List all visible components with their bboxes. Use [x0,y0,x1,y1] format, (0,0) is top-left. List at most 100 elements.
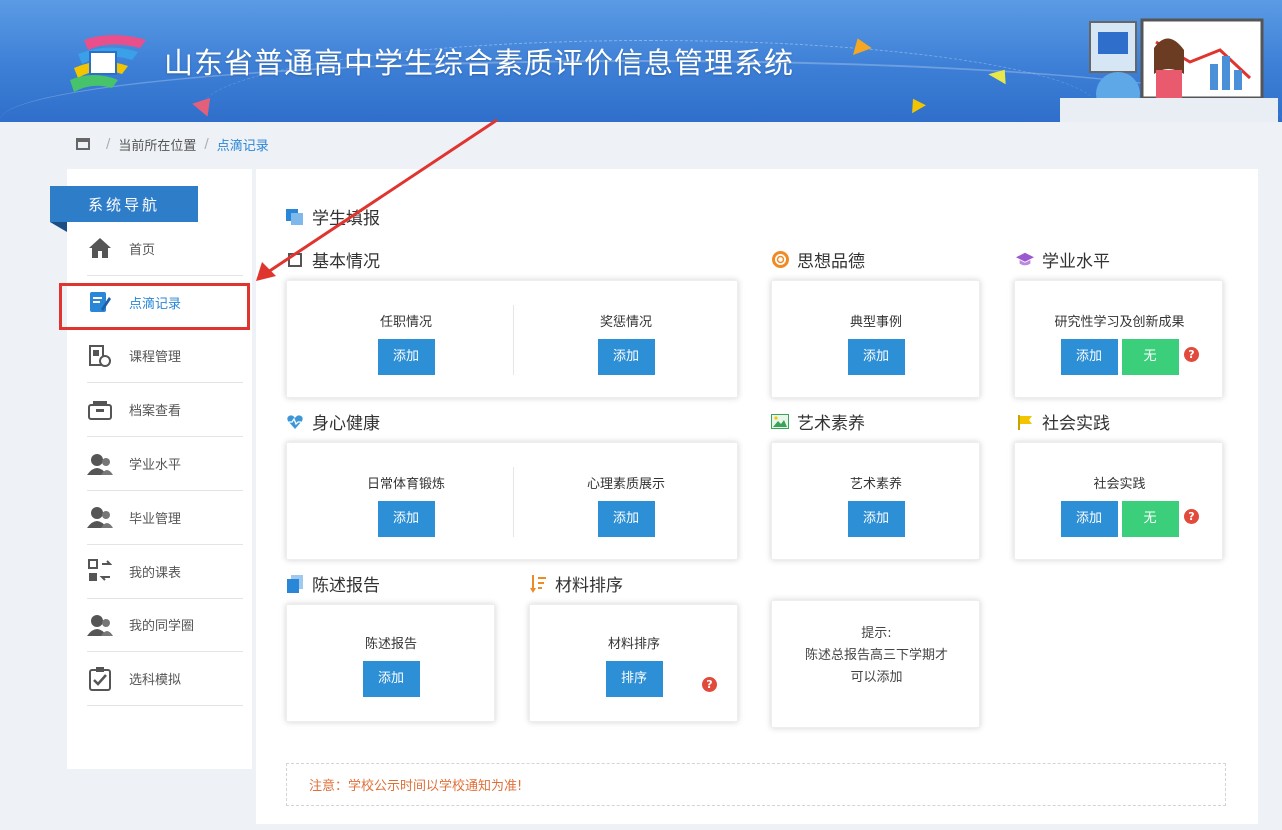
breadcrumb: / 当前所在位置 / 点滴记录 [76,134,269,154]
cell-label: 奖惩情况 [599,315,652,330]
section-title-text: 艺术素养 [797,414,865,434]
notice-banner: 注意：学校公示时间以学校通知为准! [286,763,1226,806]
cell-position: 任职情况 添加 [361,313,451,375]
add-awards-button[interactable]: 添加 [597,339,655,375]
section-title-basic: 基本情况 [286,247,380,272]
cell-label: 艺术素养 [849,477,902,492]
graduation-cap-icon [1016,252,1034,268]
sidebar-item-label: 我的课表 [129,565,182,581]
sidebar-item-courses[interactable]: 课程管理 [87,330,243,384]
hint-line: 陈述总报告高三下学期才 [804,648,948,663]
cell-exercise: 日常体育锻炼 添加 [347,475,465,537]
cell-label: 心理素质展示 [586,477,665,492]
archive-icon [87,397,113,423]
section-title-text: 学业水平 [1042,252,1110,272]
sidebar-item-home[interactable]: 首页 [87,222,243,276]
button-group: 添加无 [1060,501,1179,537]
section-title-academic: 学业水平 [1016,247,1110,272]
sidebar-item-archive[interactable]: 档案查看 [87,383,243,438]
form-icon [286,208,304,225]
card-divider [513,305,514,375]
add-psychology-button[interactable]: 添加 [597,501,655,537]
section-title-text: 材料排序 [555,576,623,596]
home-icon [87,235,113,261]
cell-report: 陈述报告 添加 [346,635,436,697]
help-icon[interactable]: ? [1184,509,1199,524]
sidebar-item-schedule[interactable]: 我的课表 [87,545,243,599]
add-exercise-button[interactable]: 添加 [377,501,435,537]
page-title-text: 学生填报 [312,209,380,229]
heart-icon [286,414,304,430]
help-icon[interactable]: ? [1184,347,1199,362]
lifebuoy-icon [771,251,789,268]
card-morality: 典型事例 添加 [771,280,980,398]
cell-typical-case: 典型事例 添加 [831,313,921,375]
info-icon [286,252,304,268]
cell-art: 艺术素养 添加 [831,475,921,537]
cell-label: 研究性学习及创新成果 [1054,315,1185,330]
schedule-icon [87,558,113,584]
section-title-text: 基本情况 [312,252,380,272]
sidebar-item-academic[interactable]: 学业水平 [87,437,243,491]
sidebar-item-label: 档案查看 [129,404,182,420]
cell-label: 社会实践 [1093,477,1146,492]
section-title-text: 陈述报告 [312,576,380,596]
card-academic: 研究性学习及创新成果 添加无 ? [1014,280,1223,398]
cell-psychology: 心理素质展示 添加 [567,475,685,537]
sidebar-item-label: 学业水平 [129,458,182,474]
hint-text: 提示: 陈述总报告高三下学期才 可以添加 [772,623,981,689]
sidebar-item-graduation[interactable]: 毕业管理 [87,491,243,545]
add-position-button[interactable]: 添加 [377,339,435,375]
user-icon [87,451,113,477]
page-title: 学生填报 [286,204,380,229]
none-research-button[interactable]: 无 [1121,339,1179,375]
cell-awards: 奖惩情况 添加 [581,313,671,375]
cell-label: 材料排序 [607,637,660,652]
user-icon [87,612,113,638]
cell-label: 陈述报告 [364,637,417,652]
card-sort: 材料排序 排序 ? [529,604,738,722]
add-research-button[interactable]: 添加 [1060,339,1118,375]
cell-research: 研究性学习及创新成果 添加无 [1015,313,1224,375]
add-art-button[interactable]: 添加 [847,501,905,537]
breadcrumb-separator: / [204,136,209,152]
button-group: 添加无 [1060,339,1179,375]
section-title-sort: 材料排序 [529,571,623,596]
clipboard-icon [87,666,113,692]
sort-materials-button[interactable]: 排序 [605,661,663,697]
add-typical-case-button[interactable]: 添加 [847,339,905,375]
help-icon[interactable]: ? [702,677,717,692]
header-illustration [1060,18,1278,122]
section-title-social: 社会实践 [1016,409,1110,434]
cell-sort: 材料排序 排序 [589,635,679,697]
image-icon [771,414,789,430]
flag-icon [1016,414,1034,430]
section-title-text: 身心健康 [312,414,380,434]
cell-label: 典型事例 [849,315,902,330]
none-social-button[interactable]: 无 [1121,501,1179,537]
header-banner: 山东省普通高中学生综合素质评价信息管理系统 [0,0,1282,122]
sidebar-item-subject-sim[interactable]: 选科模拟 [87,652,243,707]
card-health: 日常体育锻炼 添加 心理素质展示 添加 [286,442,738,560]
card-social: 社会实践 添加无 ? [1014,442,1223,560]
section-title-text: 思想品德 [797,252,865,272]
card-report: 陈述报告 添加 [286,604,495,722]
section-title-morality: 思想品德 [771,247,865,272]
cell-label: 日常体育锻炼 [366,477,445,492]
highlight-box [59,283,250,330]
hint-line: 可以添加 [850,670,903,685]
sidebar-item-classmates[interactable]: 我的同学圈 [87,599,243,653]
section-title-art: 艺术素养 [771,409,865,434]
add-social-button[interactable]: 添加 [1060,501,1118,537]
sidebar-heading: 系统导航 [50,186,198,232]
hint-card: 提示: 陈述总报告高三下学期才 可以添加 [771,600,980,728]
hint-title: 提示: [861,626,892,641]
sidebar-item-label: 我的同学圈 [129,619,195,635]
breadcrumb-current[interactable]: 点滴记录 [217,135,269,154]
sidebar-item-label: 毕业管理 [129,511,182,527]
add-report-button[interactable]: 添加 [362,661,420,697]
sidebar-item-label: 首页 [129,242,156,258]
cell-label: 任职情况 [379,315,432,330]
menu-icon[interactable] [76,138,90,150]
app-title: 山东省普通高中学生综合素质评价信息管理系统 [164,46,795,80]
